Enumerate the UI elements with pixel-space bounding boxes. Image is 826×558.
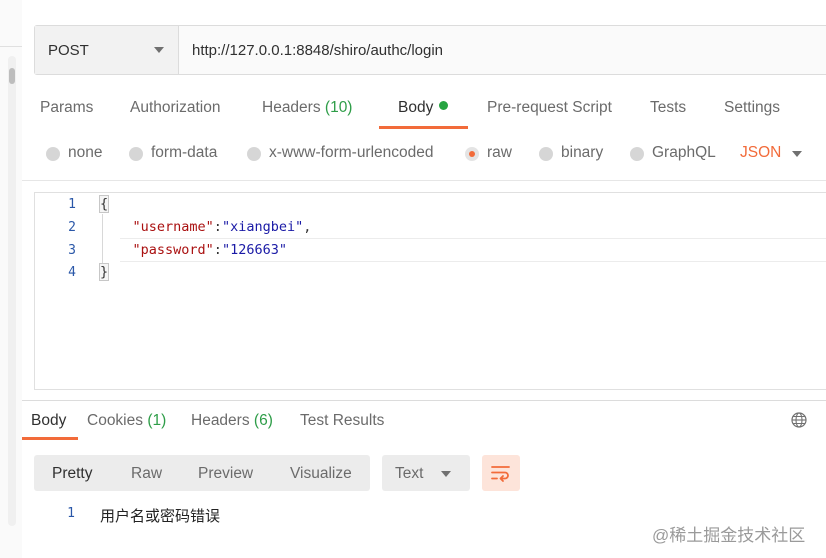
caret-down-icon <box>154 47 164 53</box>
radio-x-www-form-urlencoded[interactable] <box>247 147 261 161</box>
radio-raw[interactable] <box>465 147 479 161</box>
radio-graphql[interactable] <box>630 147 644 161</box>
radio-label-binary[interactable]: binary <box>561 144 603 162</box>
tab-headers[interactable]: Headers (10) <box>262 99 352 117</box>
json-key: "password" <box>132 242 214 258</box>
code-line: } <box>98 263 110 281</box>
open-brace: { <box>98 195 110 213</box>
code-line: "password":"126663" <box>132 242 287 258</box>
tab-body[interactable]: Body <box>398 99 449 117</box>
response-tab-test-results[interactable]: Test Results <box>300 412 384 430</box>
pane-divider[interactable] <box>22 400 826 401</box>
response-format-select[interactable]: Text <box>382 455 470 491</box>
response-tab-headers[interactable]: Headers (6) <box>191 412 273 430</box>
watermark: @稀土掘金技术社区 <box>652 526 806 545</box>
caret-down-icon[interactable] <box>792 151 802 157</box>
radio-binary[interactable] <box>539 147 553 161</box>
active-response-tab-indicator <box>22 437 78 440</box>
view-mode-raw[interactable]: Raw <box>131 465 162 483</box>
tab-tests[interactable]: Tests <box>650 99 686 117</box>
close-brace: } <box>98 263 110 281</box>
method-label: POST <box>48 42 89 59</box>
json-value: "126663" <box>221 242 287 258</box>
cookies-count: (1) <box>147 412 167 429</box>
response-body-text: 用户名或密码错误 <box>100 508 221 525</box>
globe-icon[interactable] <box>791 412 807 428</box>
response-tab-body[interactable]: Body <box>31 412 66 430</box>
method-select[interactable]: POST <box>35 26 179 74</box>
response-tab-cookies[interactable]: Cookies (1) <box>87 412 166 430</box>
divider <box>22 180 826 181</box>
json-value: "xiangbei" <box>221 219 304 235</box>
request-url-bar: POST http://127.0.0.1:8848/shiro/authc/l… <box>34 25 826 75</box>
line-number: 1 <box>68 197 76 212</box>
radio-label-raw[interactable]: raw <box>487 144 512 162</box>
radio-label-none[interactable]: none <box>68 144 102 162</box>
radio-label-form-data[interactable]: form-data <box>151 144 217 162</box>
tab-authorization[interactable]: Authorization <box>130 99 220 117</box>
status-dot-icon <box>439 101 449 110</box>
code-line: "username":"xiangbei", <box>132 219 312 235</box>
line-number: 4 <box>68 265 76 280</box>
raw-format-select[interactable]: JSON <box>740 144 781 162</box>
scrollbar-thumb[interactable] <box>9 68 15 84</box>
view-mode-switcher: Pretty Raw Preview Visualize <box>34 455 370 491</box>
line-number: 2 <box>68 220 76 235</box>
radio-label-x-www-form-urlencoded[interactable]: x-www-form-urlencoded <box>269 144 434 162</box>
scrollbar-track[interactable] <box>8 56 16 526</box>
response-headers-count: (6) <box>253 412 273 429</box>
panel-divider <box>0 46 22 47</box>
url-input[interactable]: http://127.0.0.1:8848/shiro/authc/login <box>192 42 443 59</box>
view-mode-visualize[interactable]: Visualize <box>290 465 352 483</box>
caret-down-icon <box>441 471 451 477</box>
response-format-label: Text <box>395 465 424 482</box>
active-tab-indicator <box>379 126 468 129</box>
radio-form-data[interactable] <box>129 147 143 161</box>
headers-count: (10) <box>324 99 353 116</box>
wrap-lines-button[interactable] <box>482 455 520 491</box>
tab-pre-request-script[interactable]: Pre-request Script <box>487 99 612 117</box>
tab-params[interactable]: Params <box>40 99 93 117</box>
response-line-number: 1 <box>67 506 75 521</box>
line-number: 3 <box>68 243 76 258</box>
radio-none[interactable] <box>46 147 60 161</box>
view-mode-preview[interactable]: Preview <box>198 465 253 483</box>
view-mode-pretty[interactable]: Pretty <box>52 465 92 483</box>
code-line: { <box>98 195 110 213</box>
radio-label-graphql[interactable]: GraphQL <box>652 144 716 162</box>
tab-settings[interactable]: Settings <box>724 99 780 117</box>
wrap-lines-icon <box>491 466 510 482</box>
json-key: "username" <box>132 219 214 235</box>
